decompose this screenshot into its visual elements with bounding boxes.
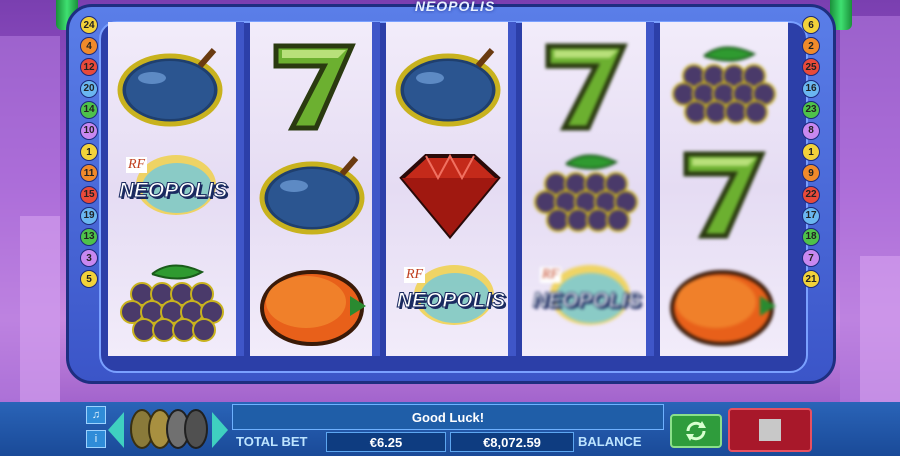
bet-decrease-arrow[interactable] bbox=[108, 412, 124, 448]
reel-4: RF NEOPOLIS bbox=[522, 22, 650, 356]
plum-icon bbox=[395, 48, 501, 127]
payline-indicator[interactable]: 25 bbox=[802, 58, 820, 77]
payline-indicator[interactable]: 14 bbox=[80, 100, 98, 119]
payline-indicator[interactable]: 18 bbox=[802, 227, 820, 246]
reel-1: RF NEOPOLIS bbox=[108, 22, 236, 356]
logo-neopolis-text: NEOPOLIS bbox=[532, 289, 642, 313]
status-message: Good Luck! bbox=[232, 404, 664, 430]
orange-icon bbox=[260, 270, 366, 346]
logo-rf-text: RF bbox=[540, 267, 562, 283]
logo-neopolis-text: NEOPOLIS bbox=[396, 289, 506, 313]
sound-button[interactable]: ♫ bbox=[86, 406, 106, 424]
payline-indicator[interactable]: 19 bbox=[80, 206, 98, 225]
reel-2 bbox=[250, 22, 378, 356]
coin-stack-icon bbox=[130, 409, 208, 449]
symbol-grapes bbox=[664, 36, 784, 136]
game-title-top: NEOPOLIS bbox=[414, 0, 496, 14]
reel-separator bbox=[372, 22, 380, 356]
payline-indicator[interactable]: 1 bbox=[80, 143, 98, 162]
balance-value: €8,072.59 bbox=[450, 432, 574, 452]
payline-indicator[interactable]: 11 bbox=[80, 164, 98, 183]
stop-icon bbox=[759, 419, 781, 441]
symbol-seven bbox=[664, 144, 784, 244]
symbol-seven bbox=[254, 36, 374, 136]
seven-icon bbox=[545, 43, 628, 131]
balance-label: BALANCE bbox=[578, 434, 642, 449]
music-note-icon: ♫ bbox=[91, 409, 101, 421]
symbol-plum bbox=[254, 144, 374, 244]
symbol-grapes bbox=[526, 144, 646, 244]
grapes-icon bbox=[120, 264, 224, 342]
diamond-icon bbox=[399, 153, 501, 240]
payline-indicator[interactable]: 13 bbox=[80, 227, 98, 246]
orange-icon bbox=[670, 270, 776, 346]
payline-indicator[interactable]: 3 bbox=[80, 249, 98, 268]
seven-icon bbox=[683, 151, 766, 239]
payline-indicator[interactable]: 12 bbox=[80, 58, 98, 77]
autoplay-icon bbox=[686, 421, 706, 441]
symbol-logo: RF NEOPOLIS bbox=[526, 254, 646, 354]
reel-5 bbox=[660, 22, 788, 356]
info-icon: i bbox=[94, 433, 98, 445]
reel-separator bbox=[236, 22, 244, 356]
payline-indicators-right: 6 2 25 16 23 8 1 9 22 17 18 7 21 bbox=[802, 16, 822, 289]
payline-indicator[interactable]: 10 bbox=[80, 121, 98, 140]
autoplay-button[interactable] bbox=[670, 414, 722, 448]
bet-increase-arrow[interactable] bbox=[212, 412, 228, 448]
grapes-icon bbox=[672, 46, 776, 124]
symbol-logo: RF NEOPOLIS bbox=[390, 254, 510, 354]
symbol-plum bbox=[390, 36, 510, 136]
payline-indicator[interactable]: 1 bbox=[802, 143, 820, 162]
total-bet-label: TOTAL BET bbox=[236, 434, 308, 449]
symbol-logo: RF NEOPOLIS bbox=[112, 144, 232, 244]
info-button[interactable]: i bbox=[86, 430, 106, 448]
plum-icon bbox=[117, 48, 223, 127]
spin-stop-button[interactable] bbox=[728, 408, 812, 452]
reel-separator bbox=[646, 22, 654, 356]
plum-icon bbox=[259, 156, 365, 235]
seven-icon bbox=[273, 43, 356, 131]
payline-indicator[interactable]: 15 bbox=[80, 185, 98, 204]
payline-indicator[interactable]: 22 bbox=[802, 185, 820, 204]
symbol-plum bbox=[112, 36, 232, 136]
payline-indicator[interactable]: 24 bbox=[80, 16, 98, 34]
payline-indicator[interactable]: 6 bbox=[802, 16, 820, 34]
payline-indicator[interactable]: 7 bbox=[802, 249, 820, 268]
payline-indicator[interactable]: 21 bbox=[802, 270, 820, 289]
logo-rf-text: RF bbox=[404, 267, 426, 283]
payline-indicator[interactable]: 23 bbox=[802, 100, 820, 119]
symbol-orange bbox=[254, 254, 374, 354]
payline-indicators-left: 24 4 12 20 14 10 1 11 15 19 13 3 5 bbox=[80, 16, 100, 289]
payline-indicator[interactable]: 17 bbox=[802, 206, 820, 225]
payline-indicator[interactable]: 8 bbox=[802, 121, 820, 140]
symbol-seven bbox=[526, 36, 646, 136]
total-bet-value: €6.25 bbox=[326, 432, 446, 452]
symbol-grapes bbox=[112, 254, 232, 354]
payline-indicator[interactable]: 4 bbox=[80, 37, 98, 56]
payline-indicator[interactable]: 5 bbox=[80, 270, 98, 289]
logo-neopolis-text: NEOPOLIS bbox=[118, 179, 228, 203]
grapes-icon bbox=[534, 154, 638, 232]
reel-3: RF NEOPOLIS bbox=[386, 22, 514, 356]
reel-separator bbox=[508, 22, 516, 356]
payline-indicator[interactable]: 2 bbox=[802, 37, 820, 56]
logo-rf-text: RF bbox=[126, 157, 148, 173]
payline-indicator[interactable]: 20 bbox=[80, 79, 98, 98]
payline-indicator[interactable]: 16 bbox=[802, 79, 820, 98]
symbol-orange bbox=[664, 254, 784, 354]
payline-indicator[interactable]: 9 bbox=[802, 164, 820, 183]
symbol-diamond bbox=[390, 144, 510, 244]
